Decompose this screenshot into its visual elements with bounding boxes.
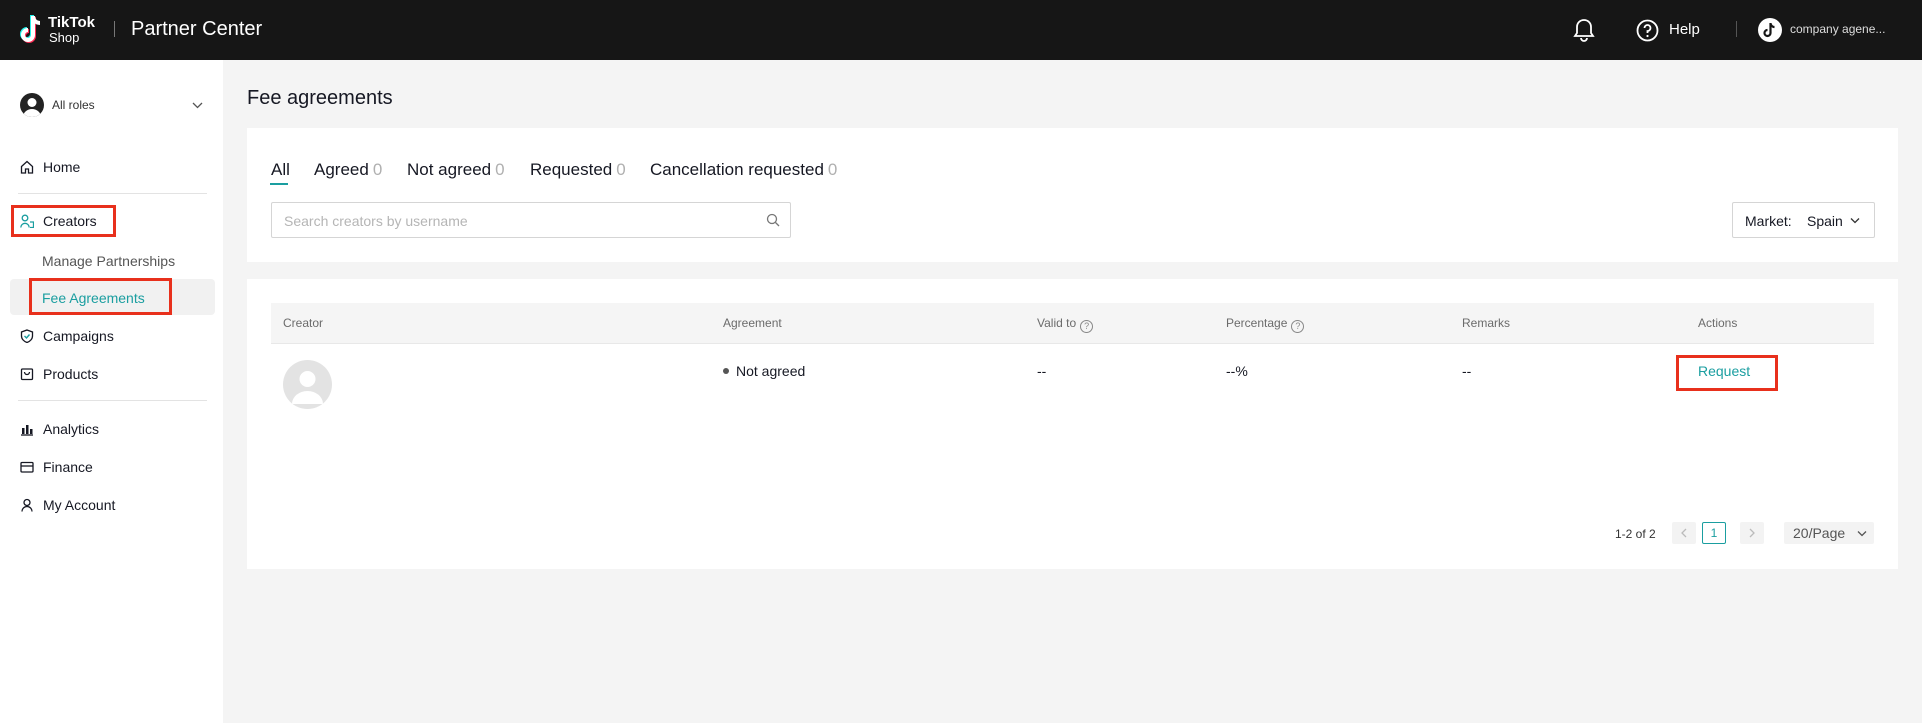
page-size-select[interactable]: 20/Page (1784, 522, 1874, 544)
default-avatar-icon (292, 371, 323, 404)
market-label: Market: (1745, 213, 1792, 229)
sidebar-item-home[interactable]: Home (20, 155, 170, 179)
header-divider-right (1736, 21, 1737, 37)
account-avatar[interactable] (1758, 18, 1782, 42)
user-avatar-icon (23, 98, 41, 117)
chevron-right-icon (1749, 528, 1755, 538)
home-icon (20, 160, 34, 174)
sidebar-item-label: Finance (43, 459, 93, 475)
tab-all[interactable]: All (271, 160, 290, 180)
sidebar-item-my-account[interactable]: My Account (20, 493, 170, 517)
sidebar-item-label: Products (43, 366, 99, 382)
page-number-button[interactable]: 1 (1702, 522, 1726, 544)
status-dot (723, 368, 729, 374)
column-header-percentage: Percentage? (1226, 316, 1305, 333)
agreement-status: Not agreed (723, 363, 805, 379)
search-input[interactable]: Search creators by username (271, 202, 791, 238)
app-title: Partner Center (131, 18, 263, 40)
logo-text: TikTok Shop (48, 14, 95, 45)
highlight-box-creators (11, 205, 116, 237)
role-label: All roles (52, 98, 95, 112)
market-value: Spain (1807, 213, 1843, 229)
next-page-button[interactable] (1740, 522, 1764, 544)
sidebar-item-analytics[interactable]: Analytics (20, 417, 170, 441)
sidebar-item-label: My Account (43, 497, 116, 513)
role-selector[interactable]: All roles (20, 92, 204, 118)
tab-cancellation-requested[interactable]: Cancellation requested 0 (650, 160, 837, 180)
sidebar-item-label: Home (43, 159, 81, 175)
chevron-down-icon (1857, 531, 1867, 537)
tiktok-logo-icon[interactable] (18, 13, 48, 47)
filter-card: All Agreed 0 Not agreed 0 Requested 0 Cance… (247, 128, 1898, 262)
sidebar-item-campaigns[interactable]: Campaigns (20, 324, 170, 348)
role-avatar (20, 93, 44, 117)
top-bar: TikTok Shop Partner Center Help company … (0, 0, 1922, 60)
page-size-value: 20/Page (1793, 525, 1846, 541)
column-header-remarks: Remarks (1462, 316, 1511, 330)
finance-icon (20, 461, 34, 473)
search-icon[interactable] (766, 213, 780, 227)
column-header-agreement: Agreement (723, 316, 782, 330)
highlight-box-fee-agreements (29, 278, 172, 315)
market-select[interactable]: Market: Spain (1732, 202, 1875, 238)
tiktok-avatar-icon (1763, 22, 1775, 38)
percentage-value: --% (1226, 363, 1248, 379)
campaigns-icon (20, 329, 34, 343)
notification-bell-icon[interactable] (1572, 17, 1596, 43)
chevron-down-icon (1850, 218, 1860, 224)
help-icon[interactable] (1636, 19, 1659, 42)
pagination-summary: 1-2 of 2 (1615, 527, 1656, 541)
help-link[interactable]: Help (1669, 21, 1700, 38)
sidebar-item-label: Campaigns (43, 328, 114, 344)
page-title: Fee agreements (247, 87, 393, 109)
table-header: Creator Agreement Valid to? Percentage? … (271, 303, 1874, 344)
analytics-icon (21, 425, 33, 436)
search-placeholder: Search creators by username (284, 213, 468, 229)
table-card: Creator Agreement Valid to? Percentage? … (247, 279, 1898, 569)
remarks-value: -- (1462, 363, 1472, 379)
sidebar-item-label: Analytics (43, 421, 100, 437)
chevron-down-icon (192, 102, 203, 109)
tab-agreed[interactable]: Agreed 0 (314, 160, 382, 180)
sidebar-item-finance[interactable]: Finance (20, 455, 170, 479)
sidebar-item-products[interactable]: Products (20, 362, 170, 386)
chevron-left-icon (1681, 528, 1687, 538)
active-tab-indicator (270, 183, 288, 185)
prev-page-button[interactable] (1672, 522, 1696, 544)
sidebar: All roles Home Creators Manage Partnersh… (0, 60, 223, 723)
column-header-creator: Creator (283, 316, 324, 330)
sidebar-divider (18, 400, 207, 401)
account-name[interactable]: company agene... (1790, 22, 1895, 36)
sidebar-divider (18, 193, 207, 194)
valid-to-value: -- (1037, 363, 1047, 379)
column-header-actions: Actions (1698, 316, 1738, 330)
help-icon[interactable]: ? (1291, 320, 1305, 333)
user-icon (21, 498, 33, 512)
tab-requested[interactable]: Requested 0 (530, 160, 626, 180)
products-icon (20, 368, 34, 381)
sidebar-item-manage-partnerships[interactable]: Manage Partnerships (42, 253, 175, 269)
creator-avatar[interactable] (283, 360, 332, 409)
highlight-box-request (1676, 355, 1778, 391)
tab-not-agreed[interactable]: Not agreed 0 (407, 160, 505, 180)
column-header-valid-to: Valid to? (1037, 316, 1094, 333)
help-icon[interactable]: ? (1080, 320, 1094, 333)
header-divider (114, 21, 115, 37)
